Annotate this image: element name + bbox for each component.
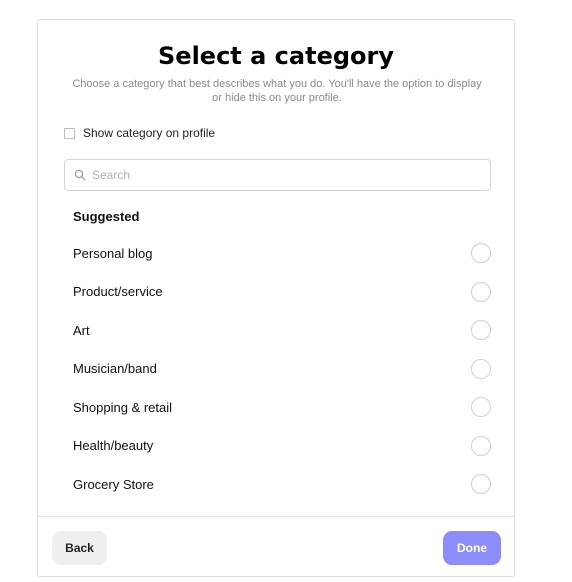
category-option-grocery-store[interactable]: Grocery Store bbox=[73, 465, 493, 504]
category-option-label: Grocery Store bbox=[73, 476, 154, 492]
category-radio[interactable] bbox=[471, 320, 491, 341]
category-option-product-service[interactable]: Product/service bbox=[73, 273, 493, 312]
category-radio[interactable] bbox=[471, 435, 491, 456]
suggested-heading: Suggested bbox=[73, 209, 140, 224]
category-option-health-beauty[interactable]: Health/beauty bbox=[73, 427, 493, 466]
category-option-label: Musician/band bbox=[73, 361, 157, 377]
category-option-art[interactable]: Art bbox=[73, 311, 493, 350]
category-radio[interactable] bbox=[471, 281, 491, 302]
category-radio[interactable] bbox=[471, 243, 491, 264]
category-radio[interactable] bbox=[471, 474, 491, 495]
category-option-shopping-retail[interactable]: Shopping & retail bbox=[73, 388, 493, 427]
category-option-musician-band[interactable]: Musician/band bbox=[73, 350, 493, 389]
category-option-personal-blog[interactable]: Personal blog bbox=[73, 234, 493, 273]
category-option-label: Art bbox=[73, 322, 90, 338]
category-option-label: Shopping & retail bbox=[73, 399, 173, 415]
search-box[interactable] bbox=[64, 159, 491, 191]
search-input[interactable] bbox=[92, 168, 472, 182]
back-button[interactable]: Back bbox=[52, 531, 107, 565]
category-option-label: Health/beauty bbox=[73, 438, 154, 454]
dialog-title: Select a category bbox=[158, 42, 394, 70]
category-radio[interactable] bbox=[471, 358, 491, 379]
search-icon bbox=[74, 169, 86, 181]
show-category-checkbox[interactable] bbox=[64, 127, 75, 139]
category-option-list: Personal blog Product/service Art Musici… bbox=[73, 234, 493, 504]
dialog-subtitle: Choose a category that best describes wh… bbox=[72, 78, 482, 104]
footer-divider bbox=[38, 516, 514, 517]
show-category-label: Show category on profile bbox=[83, 126, 216, 140]
category-radio[interactable] bbox=[471, 397, 491, 418]
category-option-label: Personal blog bbox=[73, 245, 153, 261]
category-option-label: Product/service bbox=[73, 284, 163, 300]
show-category-toggle[interactable]: Show category on profile bbox=[64, 126, 215, 140]
done-button[interactable]: Done bbox=[443, 531, 501, 565]
category-dialog: Select a category Choose a category that… bbox=[37, 19, 515, 577]
